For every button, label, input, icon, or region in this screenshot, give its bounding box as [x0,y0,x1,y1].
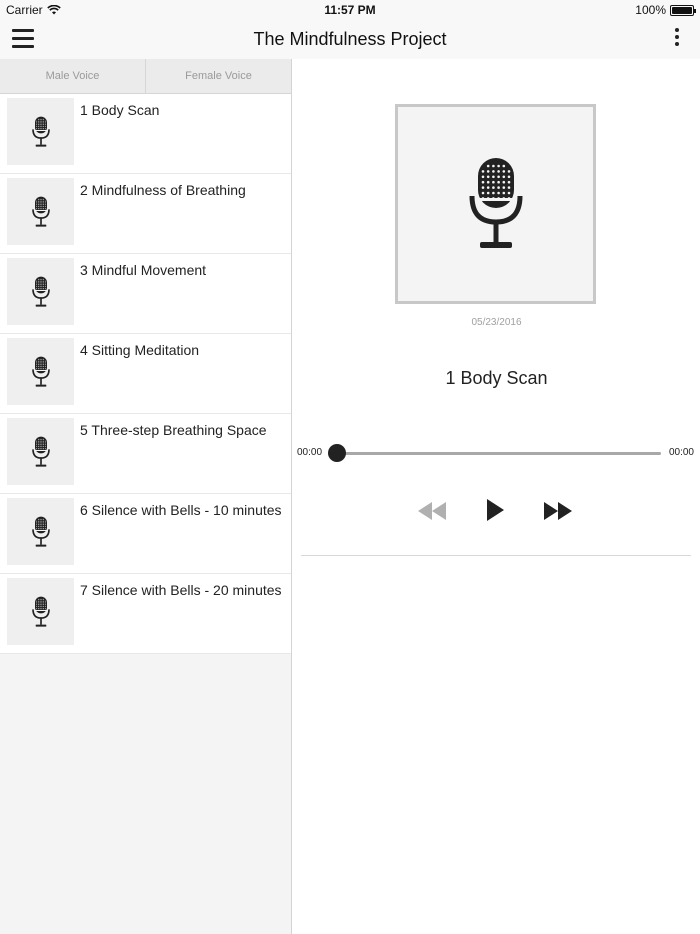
voice-tabs: Male Voice Female Voice [0,59,291,94]
now-playing-title: 1 Body Scan [445,368,548,388]
microphone-icon [31,596,50,627]
microphone-icon [31,516,50,547]
track-list-pane: Male Voice Female Voice 1 Body Scan 2 Min… [0,59,292,934]
microphone-icon [469,158,522,248]
track-thumbnail [7,498,74,565]
divider [301,555,691,556]
battery-icon [670,4,696,16]
track-label: 3 Mindful Movement [80,262,207,278]
battery-percent: 100% [635,3,666,17]
battery-level [672,6,692,14]
play-icon[interactable] [485,498,505,522]
track-label: 4 Sitting Meditation [80,342,200,358]
microphone-icon [31,116,50,147]
fast-forward-icon[interactable] [543,502,573,520]
track-list: 1 Body Scan 2 Mindfulness of Breathing 3 M… [0,94,291,654]
playback-controls [293,496,700,526]
track-row[interactable]: 1 Body Scan [0,94,291,174]
track-thumbnail [7,178,74,245]
track-thumbnail [7,338,74,405]
rewind-icon[interactable] [417,502,447,520]
progress-knob[interactable] [328,444,346,462]
microphone-icon [31,276,50,307]
track-label: 2 Mindfulness of Breathing [80,182,246,198]
vertical-ellipsis-icon[interactable] [672,28,682,52]
track-thumbnail [7,258,74,325]
tab-male-voice[interactable]: Male Voice [0,59,145,93]
microphone-icon [31,436,50,467]
track-row[interactable]: 3 Mindful Movement [0,254,291,334]
track-row[interactable]: 7 Silence with Bells - 20 minutes [0,574,291,654]
total-duration: 00:00 [668,447,694,458]
app-title: The Mindfulness Project [253,29,447,49]
status-right: 100% [635,3,696,17]
track-row[interactable]: 2 Mindfulness of Breathing [0,174,291,254]
track-artwork [395,104,596,304]
tab-female-voice[interactable]: Female Voice [145,59,291,93]
track-date: 05/23/2016 [471,317,522,328]
player-pane: 05/23/2016 1 Body Scan 00:00 00:00 [293,59,700,934]
track-label: 1 Body Scan [80,102,160,118]
track-row[interactable]: 5 Three-step Breathing Space [0,414,291,494]
track-thumbnail [7,578,74,645]
track-label: 5 Three-step Breathing Space [80,422,267,438]
microphone-icon [31,356,50,387]
track-thumbnail [7,98,74,165]
track-label: 7 Silence with Bells - 20 minutes [80,582,282,598]
track-thumbnail [7,418,74,485]
track-row[interactable]: 4 Sitting Meditation [0,334,291,414]
microphone-icon [31,196,50,227]
track-row[interactable]: 6 Silence with Bells - 10 minutes [0,494,291,574]
status-bar: Carrier 11:57 PM 100% [0,0,700,20]
track-label: 6 Silence with Bells - 10 minutes [80,502,282,518]
elapsed-time: 00:00 [297,447,323,458]
navigation-bar: The Mindfulness Project [0,20,700,59]
progress-slider[interactable] [328,444,661,462]
status-time: 11:57 PM [324,3,376,17]
